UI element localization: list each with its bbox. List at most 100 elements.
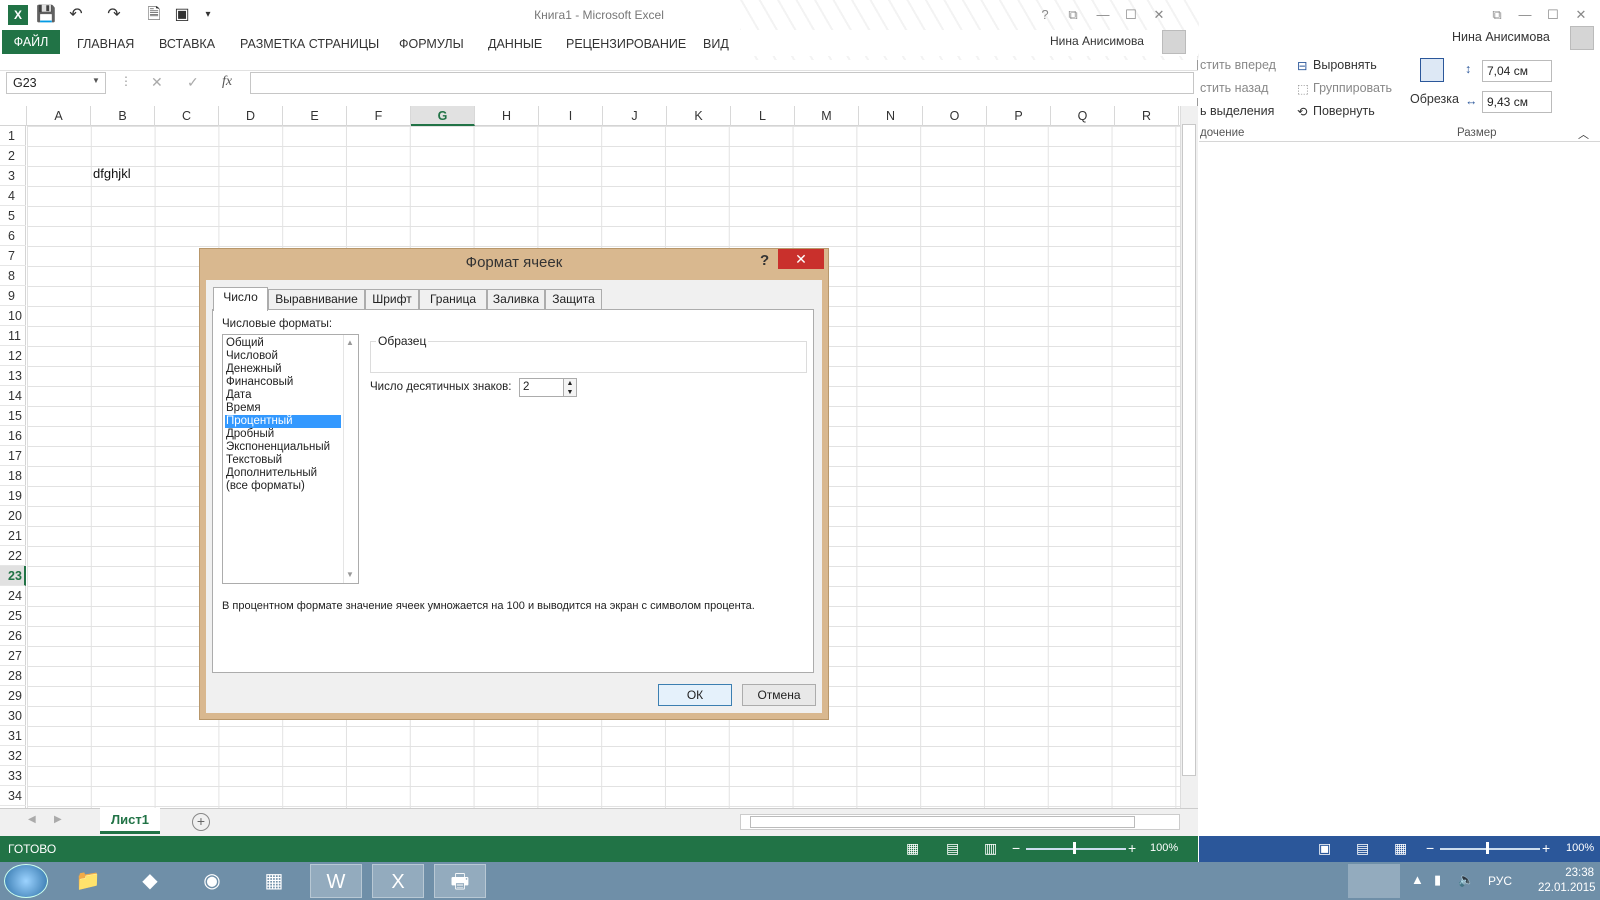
- word-avatar[interactable]: [1570, 26, 1594, 50]
- word-zoom-slider[interactable]: [1440, 848, 1540, 850]
- row-header[interactable]: 34: [0, 786, 26, 806]
- row-header[interactable]: 9: [0, 286, 26, 306]
- row-header[interactable]: 27: [0, 646, 26, 666]
- tab-view[interactable]: ВИД: [703, 34, 729, 54]
- row-header[interactable]: 2: [0, 146, 26, 166]
- list-scrollbar[interactable]: [343, 335, 358, 583]
- zoom-slider-thumb[interactable]: [1073, 842, 1076, 854]
- column-header[interactable]: F: [347, 106, 411, 126]
- help-icon[interactable]: ?: [1034, 4, 1056, 26]
- word-ribbon-display-icon[interactable]: ⧉: [1486, 4, 1508, 26]
- collapse-ribbon-icon[interactable]: ︿: [1578, 126, 1589, 142]
- column-header[interactable]: B: [91, 106, 155, 126]
- rotate-button[interactable]: Повернуть: [1313, 104, 1375, 118]
- row-header[interactable]: 16: [0, 426, 26, 446]
- row-header[interactable]: 4: [0, 186, 26, 206]
- column-header[interactable]: D: [219, 106, 283, 126]
- row-header[interactable]: 15: [0, 406, 26, 426]
- crop-button[interactable]: Обрезка: [1410, 92, 1459, 106]
- column-header[interactable]: C: [155, 106, 219, 126]
- scroll-down-icon[interactable]: ▼: [346, 570, 354, 579]
- row-header[interactable]: 19: [0, 486, 26, 506]
- list-item[interactable]: Текстовый: [225, 454, 341, 467]
- tab-data[interactable]: ДАННЫЕ: [488, 34, 542, 54]
- zoom-slider[interactable]: [1026, 848, 1126, 850]
- row-header[interactable]: 8: [0, 266, 26, 286]
- printer-icon[interactable]: 🖶: [434, 864, 486, 898]
- row-header[interactable]: 26: [0, 626, 26, 646]
- tab-page-layout[interactable]: РАЗМЕТКА СТРАНИЦЫ: [240, 34, 379, 54]
- group-button[interactable]: Группировать: [1313, 81, 1392, 95]
- cell-b3[interactable]: dfghjkl: [93, 166, 131, 181]
- chrome-icon[interactable]: ◉: [186, 864, 238, 898]
- excel-taskbar-icon[interactable]: X: [372, 864, 424, 898]
- row-header[interactable]: 18: [0, 466, 26, 486]
- word-close-icon[interactable]: ✕: [1570, 4, 1592, 26]
- row-header[interactable]: 28: [0, 666, 26, 686]
- row-header[interactable]: 7: [0, 246, 26, 266]
- column-header-selected[interactable]: G: [411, 106, 475, 126]
- column-header[interactable]: J: [603, 106, 667, 126]
- list-item[interactable]: Экспоненциальный: [225, 441, 341, 454]
- horizontal-scroll-thumb[interactable]: [750, 816, 1135, 828]
- row-header[interactable]: 1: [0, 126, 26, 146]
- visual-studio-icon[interactable]: ◆: [124, 864, 176, 898]
- word-minimize-icon[interactable]: —: [1514, 4, 1536, 26]
- word-zoom-slider-thumb[interactable]: [1486, 842, 1489, 854]
- formula-input[interactable]: [250, 72, 1194, 94]
- row-header[interactable]: 25: [0, 606, 26, 626]
- vertical-scroll-thumb[interactable]: [1182, 124, 1196, 776]
- dialog-help-icon[interactable]: ?: [760, 252, 769, 269]
- word-zoom-in-icon[interactable]: +: [1542, 840, 1550, 856]
- list-item[interactable]: Общий: [225, 337, 341, 350]
- cancel-button[interactable]: Отмена: [742, 684, 816, 706]
- column-header[interactable]: L: [731, 106, 795, 126]
- scroll-sheets-left-icon[interactable]: ◀: [28, 814, 36, 825]
- column-header[interactable]: R: [1115, 106, 1179, 126]
- row-header-selected[interactable]: 23: [0, 566, 26, 586]
- tab-insert[interactable]: ВСТАВКА: [159, 34, 215, 54]
- scroll-up-icon[interactable]: ▲: [346, 338, 354, 347]
- list-item[interactable]: (все форматы): [225, 480, 341, 493]
- row-header[interactable]: 33: [0, 766, 26, 786]
- row-header[interactable]: 32: [0, 746, 26, 766]
- row-header[interactable]: 3: [0, 166, 26, 186]
- column-header[interactable]: K: [667, 106, 731, 126]
- select-all-corner[interactable]: [0, 106, 27, 126]
- row-header[interactable]: 21: [0, 526, 26, 546]
- word-zoom-out-icon[interactable]: −: [1426, 840, 1434, 856]
- read-mode-icon[interactable]: ▣: [1318, 840, 1331, 857]
- ribbon-display-icon[interactable]: ⧉: [1062, 4, 1084, 26]
- confirm-entry-icon[interactable]: ✓: [187, 74, 199, 91]
- zoom-out-icon[interactable]: −: [1012, 840, 1020, 856]
- column-header[interactable]: H: [475, 106, 539, 126]
- column-header[interactable]: P: [987, 106, 1051, 126]
- row-header[interactable]: 24: [0, 586, 26, 606]
- row-header[interactable]: 30: [0, 706, 26, 726]
- word-taskbar-icon[interactable]: W: [310, 864, 362, 898]
- decimal-places-input[interactable]: 2: [519, 378, 564, 397]
- web-layout-icon[interactable]: ▦: [1394, 840, 1407, 857]
- name-box[interactable]: G23: [6, 72, 106, 94]
- zoom-level[interactable]: 100%: [1150, 842, 1178, 854]
- tab-alignment[interactable]: Выравнивание: [268, 289, 365, 310]
- tab-protection[interactable]: Защита: [545, 289, 602, 310]
- word-zoom-level[interactable]: 100%: [1566, 842, 1594, 854]
- row-header[interactable]: 29: [0, 686, 26, 706]
- column-header[interactable]: M: [795, 106, 859, 126]
- column-header[interactable]: I: [539, 106, 603, 126]
- account-name[interactable]: Нина Анисимова: [1050, 34, 1144, 48]
- cancel-entry-icon[interactable]: ✕: [151, 74, 163, 91]
- start-button-icon[interactable]: [4, 864, 48, 898]
- row-header[interactable]: 20: [0, 506, 26, 526]
- tab-font[interactable]: Шрифт: [365, 289, 419, 310]
- notification-app-icon[interactable]: [1348, 864, 1400, 898]
- list-item-selected[interactable]: Процентный: [225, 415, 341, 428]
- clock[interactable]: 23:38 22.01.2015: [1538, 866, 1596, 896]
- normal-view-icon[interactable]: ▦: [906, 840, 919, 857]
- list-item[interactable]: Денежный: [225, 363, 341, 376]
- tab-border[interactable]: Граница: [419, 289, 487, 310]
- row-header[interactable]: 22: [0, 546, 26, 566]
- tab-fill[interactable]: Заливка: [487, 289, 545, 310]
- column-header[interactable]: O: [923, 106, 987, 126]
